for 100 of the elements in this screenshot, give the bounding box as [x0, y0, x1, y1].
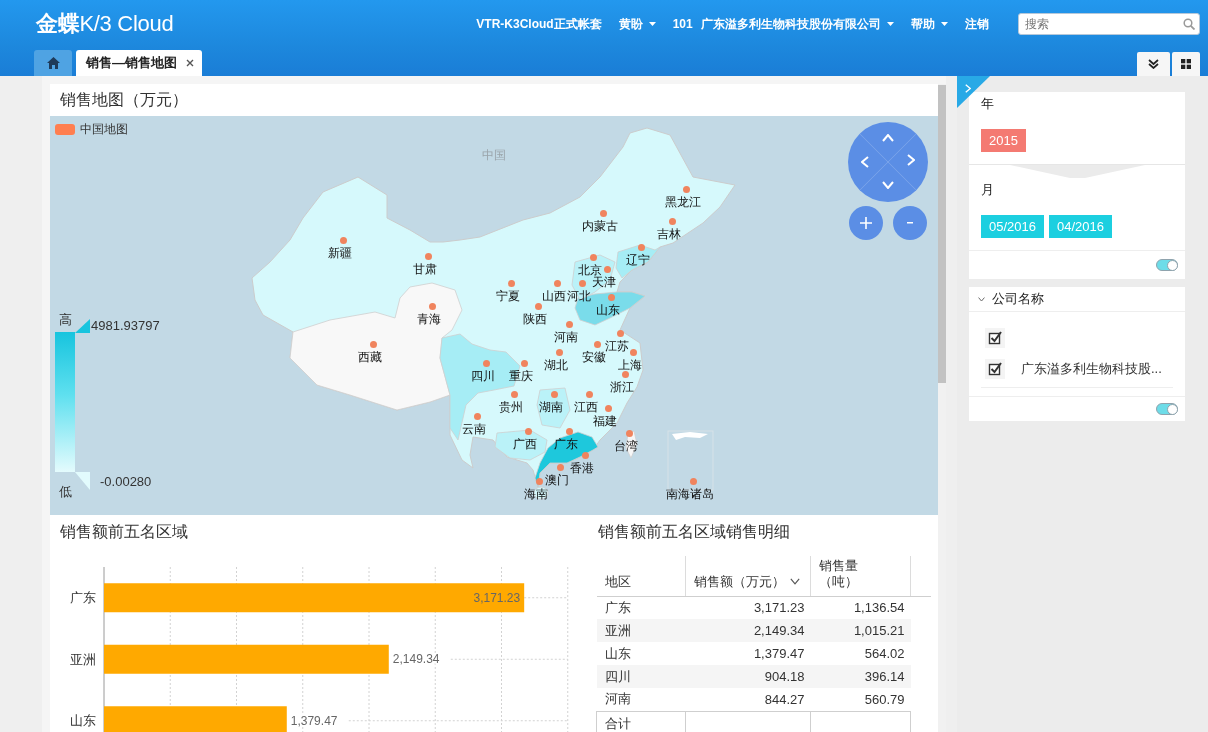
legend-item[interactable]: 中国地图 [55, 121, 128, 138]
location-dot-icon [473, 412, 481, 420]
search-icon[interactable] [1183, 18, 1195, 30]
region-label: 云南 [462, 422, 486, 436]
location-dot-icon [625, 429, 633, 437]
location-dot-icon [424, 252, 432, 260]
legend-swatch-icon [55, 124, 75, 135]
value-label: 1,379.47 [290, 713, 338, 728]
region-label: 广西 [513, 437, 537, 451]
location-dot-icon [555, 348, 563, 356]
region-label: 福建 [593, 414, 617, 428]
menu-item[interactable]: 帮助 [911, 15, 948, 33]
group-title: 月 [981, 181, 995, 199]
menu-item[interactable]: 101 广东溢多利生物科技股份有限公司 [672, 15, 894, 33]
location-dot-icon [524, 427, 532, 435]
filter-tag[interactable]: 2015 [981, 129, 1026, 152]
region-label: 山东 [596, 303, 620, 317]
location-dot-icon [682, 185, 690, 193]
layout-button[interactable] [1172, 52, 1200, 76]
region-label: 北京 [578, 263, 602, 277]
plus-icon [860, 217, 872, 229]
table-cell: 河南 [596, 688, 686, 711]
table-cell: 广东 [596, 596, 686, 619]
toggle-switch[interactable] [1156, 259, 1178, 271]
tab[interactable]: 销售—销售地图 [76, 50, 202, 76]
home-icon [46, 57, 60, 69]
checkbox[interactable] [985, 327, 1005, 348]
region-label: 安徽 [582, 350, 606, 364]
category-label: 亚洲 [70, 651, 96, 667]
table-cell: 844.27 [685, 688, 811, 711]
location-dot-icon [565, 427, 573, 435]
category-label: 山东 [70, 713, 96, 729]
location-dot-icon [520, 359, 528, 367]
tab-menu-button[interactable] [1137, 52, 1170, 76]
region-label: 浙江 [610, 380, 634, 394]
region-label: 贵州 [499, 400, 523, 414]
location-dot-icon [507, 279, 515, 287]
region-label: 广东 [554, 437, 578, 451]
scale-min-value: -0.00280 [100, 473, 152, 489]
toggle-switch[interactable] [1156, 403, 1178, 415]
filter-tag[interactable]: 04/2016 [1049, 215, 1112, 238]
logo: 金蝶K/3 Cloud [36, 11, 174, 37]
chevron-right-icon [907, 154, 915, 166]
table-cell: 四川 [596, 665, 686, 688]
value-label: 3,171.23 [473, 590, 521, 605]
menu-item[interactable]: VTR-K3Cloud正式帐套 [476, 15, 602, 33]
location-dot-icon [581, 451, 589, 459]
home-tab[interactable] [34, 50, 72, 76]
region-label: 湖南 [539, 400, 563, 414]
value-label: 2,149.34 [392, 652, 440, 667]
region-label: 辽宁 [626, 253, 650, 267]
table-cell: 564.02 [810, 642, 911, 665]
menu-item[interactable]: 注销 [965, 15, 989, 33]
close-icon[interactable] [186, 59, 194, 67]
zoom-in-button[interactable] [849, 206, 883, 240]
region-label: 宁夏 [496, 289, 520, 303]
region-label: 河南 [554, 330, 578, 344]
location-dot-icon [534, 302, 542, 310]
column-header[interactable]: 销售量（吨） [810, 556, 911, 596]
checkbox-label: 广东溢多利生物科技股... [1021, 359, 1162, 378]
triangle-handle-icon[interactable] [75, 472, 90, 490]
table-cell: 560.79 [810, 688, 911, 711]
location-dot-icon [616, 329, 624, 337]
table-cell: 山东 [596, 642, 686, 665]
location-dot-icon [637, 243, 645, 251]
map-name-label: 中国 [482, 147, 506, 164]
scale-high-label: 高 [58, 313, 72, 327]
region-label: 天津 [592, 275, 616, 289]
chevron-down-icon [882, 181, 894, 189]
triangle-handle-icon[interactable] [75, 318, 90, 333]
region-label: 江苏 [605, 339, 629, 353]
panel-title: 销售额前五名区域 [59, 522, 189, 542]
region-label: 青海 [417, 312, 441, 326]
scrollbar-thumb[interactable] [938, 85, 946, 383]
location-dot-icon [621, 370, 629, 378]
checkbox[interactable] [985, 358, 1005, 379]
location-dot-icon [565, 320, 573, 328]
location-dot-icon [556, 463, 564, 471]
location-dot-icon [589, 253, 597, 261]
region-label: 陕西 [523, 312, 547, 326]
location-dot-icon [689, 477, 697, 485]
column-header[interactable]: 销售额（万元） [685, 556, 811, 596]
column-header[interactable]: 地区 [596, 556, 686, 596]
location-dot-icon [550, 390, 558, 398]
search-field[interactable]: 搜索 [1018, 13, 1200, 35]
zoom-out-button[interactable] [893, 206, 927, 240]
region-label: 黑龙江 [665, 195, 701, 209]
region-label: 湖北 [544, 358, 568, 372]
region-label: 四川 [471, 369, 495, 383]
location-dot-icon [603, 265, 611, 273]
color-scale-bar[interactable] [55, 332, 75, 472]
scrollbar-track[interactable] [938, 84, 946, 732]
location-dot-icon [607, 293, 615, 301]
table-cell: 396.14 [810, 665, 911, 688]
panel-title: 销售额前五名区域销售明细 [597, 522, 791, 542]
location-dot-icon [553, 279, 561, 287]
filter-tag[interactable]: 05/2016 [981, 215, 1044, 238]
menu-item[interactable]: 黄盼 [618, 15, 656, 33]
location-dot-icon [629, 348, 637, 356]
grid-icon [1181, 59, 1191, 69]
